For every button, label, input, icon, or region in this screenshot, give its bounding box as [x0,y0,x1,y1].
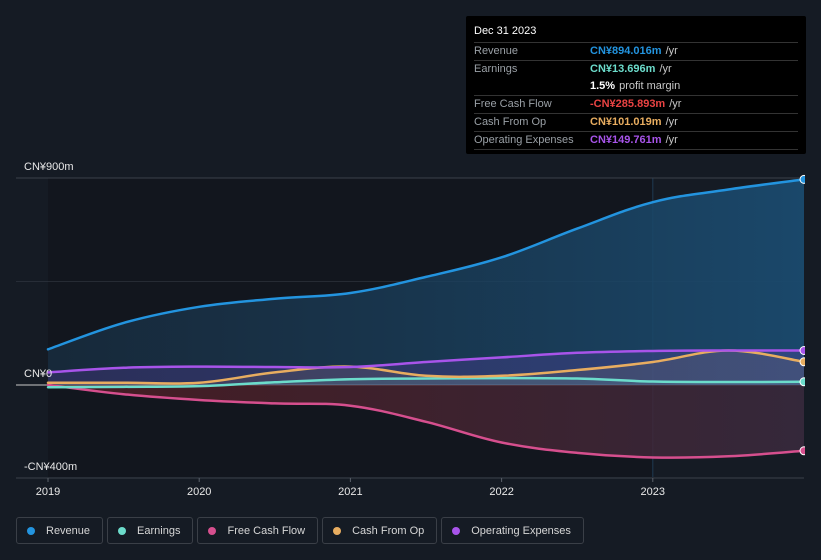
legend-dot-icon [208,526,217,535]
x-tick-label: 2019 [36,486,60,498]
legend-dot-icon [27,526,35,535]
legend-label: Free Cash Flow [227,524,306,537]
legend: Revenue Earnings Free Cash Flow Cash From O… [16,517,584,544]
y-tick-label: -CN¥400m [24,461,77,473]
tooltip-row: Free Cash Flow -CN¥285.893m/yr [474,96,798,114]
legend-item-revenue[interactable]: Revenue [16,517,104,544]
y-tick-label: CN¥0 [24,368,52,380]
legend-dot-icon [452,526,461,535]
tooltip-row: Cash From Op CN¥101.019m/yr [474,114,798,132]
x-tick-label: 2020 [187,486,211,498]
tooltip-row-value: CN¥101.019m [590,116,662,128]
tooltip-row: Earnings CN¥13.696m/yr [474,61,798,78]
tooltip-row-suffix: /yr [665,116,678,128]
legend-dot-icon [333,526,342,535]
tooltip-row-value: CN¥13.696m [590,63,656,75]
tooltip-row-suffix: profit margin [619,80,681,92]
legend-item-cash-from-op[interactable]: Cash From Op [322,517,438,544]
legend-label: Revenue [46,524,91,537]
legend-item-free-cash-flow[interactable]: Free Cash Flow [197,517,319,544]
tooltip-date: Dec 31 2023 [474,24,798,43]
y-tick-label: CN¥900m [24,161,74,173]
tooltip-row-label [474,78,590,95]
tooltip-row: Revenue CN¥894.016m/yr [474,43,798,61]
tooltip-row-suffix: /yr [665,134,678,146]
x-tick-label: 2023 [641,486,665,498]
tooltip-row-value: 1.5% [590,80,616,92]
tooltip-row-suffix: /yr [659,63,672,75]
legend-item-operating-expenses[interactable]: Operating Expenses [441,517,584,544]
tooltip-row-label: Operating Expenses [474,134,574,146]
x-tick-label: 2022 [489,486,513,498]
x-tick-label: 2021 [338,486,362,498]
tooltip-row: 1.5% profit margin [474,78,798,96]
tooltip: Dec 31 2023 Revenue CN¥894.016m/yr Earning… [466,16,806,154]
legend-label: Operating Expenses [471,524,571,537]
tooltip-row-suffix: /yr [669,98,682,110]
tooltip-row-value: CN¥149.761m [590,134,662,146]
legend-dot-icon [118,526,127,535]
tooltip-row: Operating Expenses CN¥149.761m/yr [474,132,798,150]
tooltip-row-label: Cash From Op [474,116,547,128]
tooltip-row-value: CN¥894.016m [590,45,662,57]
tooltip-row-suffix: /yr [665,45,678,57]
right-gutter [805,0,821,510]
legend-label: Earnings [137,524,181,537]
tooltip-rows: Revenue CN¥894.016m/yr Earnings CN¥13.696m /… [474,43,798,150]
tooltip-row-label: Revenue [474,45,519,57]
legend-item-earnings[interactable]: Earnings [107,517,194,544]
legend-label: Cash From Op [352,524,425,537]
tooltip-row-value: -CN¥285.893m [590,98,666,110]
tooltip-row-label: Earnings [474,63,518,75]
tooltip-row-label: Free Cash Flow [474,98,552,110]
